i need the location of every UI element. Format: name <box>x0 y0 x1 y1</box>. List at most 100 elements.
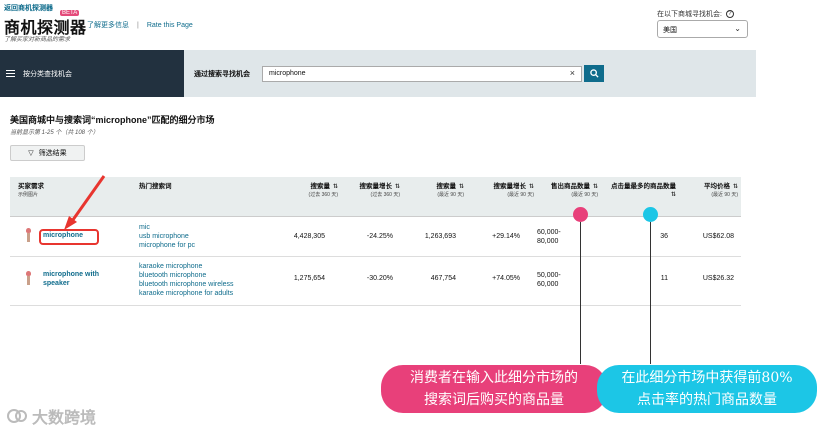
search-icon <box>589 69 599 78</box>
search-input[interactable]: microphone × <box>262 65 582 82</box>
pink-callout-line-1: 消费者在输入此细分市场的 <box>410 370 578 386</box>
col-search-volume-label: 搜索量 <box>310 183 330 190</box>
menu-icon <box>6 70 15 77</box>
col-search-growth-90-sub: (最近 90 天) <box>507 192 534 198</box>
keyword-link[interactable]: karaoke microphone for adults <box>139 289 234 298</box>
keyword-list: mic usb microphone microphone for pc <box>139 223 195 250</box>
product-thumbnail <box>26 271 31 285</box>
header-links: 了解更多信息 | Rate this Page <box>87 20 193 30</box>
search-bar: 通过搜索寻找机会 microphone × <box>184 50 756 97</box>
col-keywords: 热门搜索词 <box>139 183 172 191</box>
watermark-text: 大数跨境 <box>32 410 97 427</box>
col-search-growth-label: 搜索量增长 <box>359 183 392 190</box>
beta-badge: BETA <box>60 10 80 16</box>
sort-icon[interactable]: ⇅ <box>593 184 598 190</box>
results-count: 当前显示第 1-25 个（共 108 个） <box>10 130 99 136</box>
sort-icon[interactable]: ⇅ <box>733 184 738 190</box>
col-search-volume-90-sub: (最近 90 天) <box>437 192 464 198</box>
back-link[interactable]: 返回商机探测器 <box>4 3 53 13</box>
keyword-link[interactable]: bluetooth microphone wireless <box>139 280 234 289</box>
cyan-marker-line <box>650 222 651 364</box>
niche-name[interactable]: microphone with speaker <box>43 270 123 288</box>
col-search-volume[interactable]: 搜索量 ⇅ (过去 360 天) <box>280 183 338 199</box>
sort-icon[interactable]: ⇅ <box>529 184 534 190</box>
search-growth-90-value: +29.14% <box>492 233 520 240</box>
filter-button[interactable]: ▽ 筛选结果 <box>10 145 85 161</box>
pink-callout-line-2: 搜索词后购买的商品量 <box>424 392 564 408</box>
filter-label: 筛选结果 <box>38 150 67 157</box>
search-growth-value: -30.20% <box>366 275 393 282</box>
clear-icon[interactable]: × <box>570 68 575 78</box>
sort-icon[interactable]: ⇅ <box>459 184 464 190</box>
col-avg-price[interactable]: 平均价格 ⇅ (最近 90 天) <box>682 183 738 199</box>
pink-marker-line <box>580 222 581 364</box>
col-search-growth-sub: (过去 360 天) <box>370 192 400 198</box>
sort-icon[interactable]: ⇅ <box>395 184 400 190</box>
cyan-marker-dot <box>643 207 658 222</box>
search-growth-value: -24.25% <box>366 233 393 240</box>
keyword-link[interactable]: microphone for pc <box>139 241 195 250</box>
table-header: 买家需求 示例图片 热门搜索词 搜索量 ⇅ (过去 360 天) 搜索量增长 ⇅ (… <box>10 177 741 217</box>
red-arrow-icon <box>64 175 106 230</box>
rate-page-link[interactable]: Rate this Page <box>147 22 193 29</box>
col-search-volume-sub: (过去 360 天) <box>308 192 338 198</box>
col-units-sold-label: 售出商品数量 <box>550 183 590 190</box>
avg-price-value: US$62.08 <box>702 233 734 240</box>
col-search-volume-90-label: 搜索量 <box>436 183 456 190</box>
top-clicked-value: 11 <box>660 275 668 282</box>
col-top-clicked[interactable]: 点击量最多的商品数量 ⇅ <box>606 183 676 199</box>
table-row[interactable]: microphone mic usb microphone microphone… <box>10 217 741 257</box>
keyword-list: karaoke microphone bluetooth microphone … <box>139 262 234 298</box>
watermark-logo-icon <box>7 409 27 423</box>
keyword-link[interactable]: bluetooth microphone <box>139 271 234 280</box>
search-volume-90-value: 467,754 <box>430 275 456 282</box>
market-label-text: 在以下商城寻找机会: <box>657 11 722 18</box>
sort-icon[interactable]: ⇅ <box>333 184 338 190</box>
col-units-sold-sub: (最近 90 天) <box>571 192 598 198</box>
results-title: 美国商城中与搜索词“microphone”匹配的细分市场 <box>10 115 215 125</box>
browse-category-tab[interactable]: 按分类查找机会 <box>0 50 184 97</box>
page-subtitle: 了解买家对新商品的需求 <box>4 37 71 43</box>
col-search-growth[interactable]: 搜索量增长 ⇅ (过去 360 天) <box>340 183 400 199</box>
link-separator: | <box>137 21 139 29</box>
keyword-link[interactable]: usb microphone <box>139 232 195 241</box>
units-sold-value: 60,000-80,000 <box>537 229 561 245</box>
product-thumbnail <box>26 228 31 242</box>
help-icon[interactable]: ? <box>725 10 734 18</box>
col-search-growth-90[interactable]: 搜索量增长 ⇅ (最近 90 天) <box>472 183 534 199</box>
col-niche: 买家需求 示例图片 <box>18 183 44 199</box>
search-volume-value: 1,275,654 <box>293 275 325 282</box>
pink-marker-dot <box>573 207 588 222</box>
top-clicked-value: 36 <box>660 233 668 240</box>
cyan-callout-bubble: 在此细分市场中获得前80% 点击率的热门商品数量 <box>597 365 817 413</box>
col-units-sold[interactable]: 售出商品数量 ⇅ (最近 90 天) <box>540 183 598 199</box>
market-select[interactable]: 美国 ⌄ <box>657 20 748 38</box>
search-label: 通过搜索寻找机会 <box>194 70 250 78</box>
search-growth-90-value: +74.05% <box>492 275 520 282</box>
cyan-callout-line-2: 点击率的热门商品数量 <box>637 392 777 408</box>
market-label: 在以下商城寻找机会: ? <box>657 9 734 19</box>
chevron-down-icon: ⌄ <box>734 24 741 33</box>
search-input-value: microphone <box>269 69 306 77</box>
col-keywords-label: 热门搜索词 <box>139 183 172 190</box>
col-search-volume-90[interactable]: 搜索量 ⇅ (最近 90 天) <box>408 183 464 199</box>
keyword-link[interactable]: mic <box>139 223 195 232</box>
avg-price-value: US$26.32 <box>702 275 734 282</box>
units-sold-value: 50,000-60,000 <box>537 272 561 288</box>
learn-more-link[interactable]: 了解更多信息 <box>87 20 129 30</box>
sort-icon[interactable]: ⇅ <box>671 192 676 198</box>
col-niche-label: 买家需求 <box>18 183 44 190</box>
watermark: 大数跨境 <box>6 404 96 428</box>
niche-table: 买家需求 示例图片 热门搜索词 搜索量 ⇅ (过去 360 天) 搜索量增长 ⇅ (… <box>10 177 741 306</box>
pink-callout-bubble: 消费者在输入此细分市场的 搜索词后购买的商品量 <box>381 365 607 413</box>
filter-icon: ▽ <box>28 150 34 157</box>
col-niche-sub: 示例图片 <box>18 192 39 198</box>
search-volume-value: 4,428,305 <box>293 233 325 240</box>
keyword-link[interactable]: karaoke microphone <box>139 262 234 271</box>
col-top-clicked-label: 点击量最多的商品数量 <box>611 183 676 190</box>
search-button[interactable] <box>584 65 604 82</box>
search-volume-90-value: 1,263,693 <box>424 233 456 240</box>
browse-category-label: 按分类查找机会 <box>23 70 72 78</box>
table-row[interactable]: microphone with speaker karaoke micropho… <box>10 257 741 306</box>
cyan-callout-line-1: 在此细分市场中获得前80% <box>621 370 793 386</box>
